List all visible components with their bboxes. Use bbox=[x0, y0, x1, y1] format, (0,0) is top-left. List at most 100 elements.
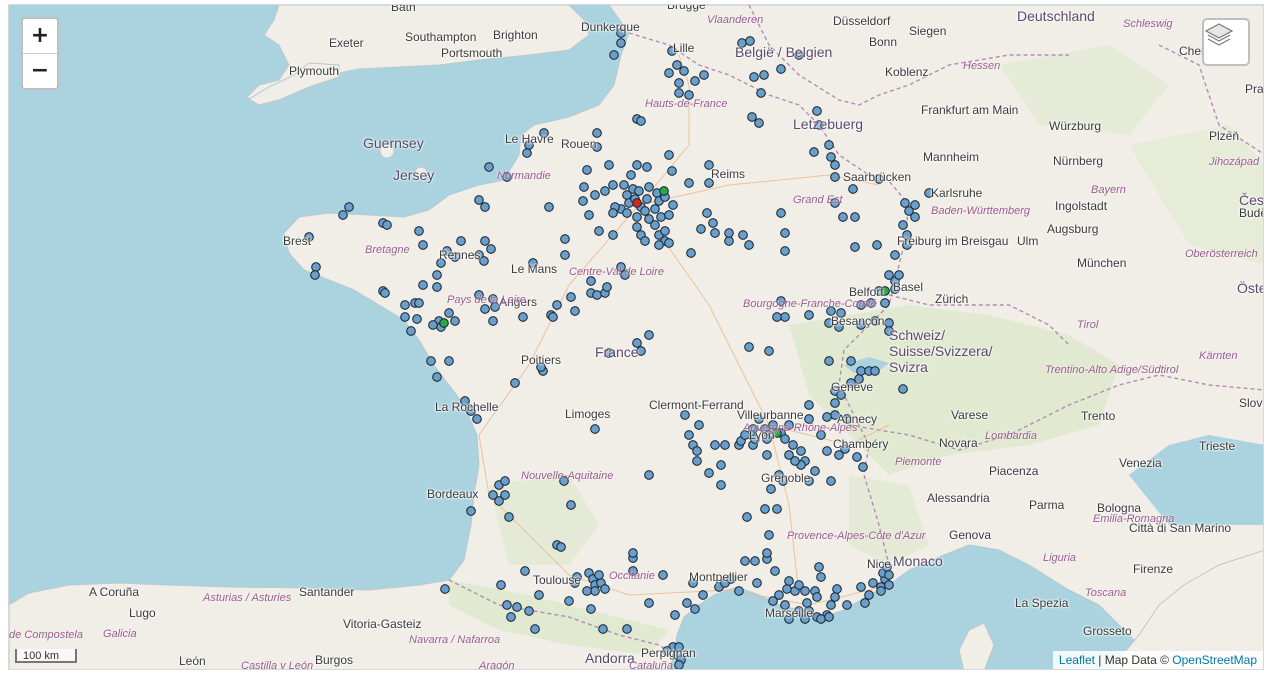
map-marker[interactable] bbox=[528, 258, 538, 268]
map-marker[interactable] bbox=[834, 450, 844, 460]
map-marker[interactable] bbox=[684, 178, 694, 188]
map-marker[interactable] bbox=[480, 202, 490, 212]
map-marker[interactable] bbox=[800, 614, 810, 624]
map-marker[interactable] bbox=[764, 346, 774, 356]
map-marker[interactable] bbox=[604, 160, 614, 170]
map-marker[interactable] bbox=[760, 504, 770, 514]
map-marker[interactable] bbox=[768, 596, 778, 606]
map-marker[interactable] bbox=[582, 586, 592, 596]
map-marker[interactable] bbox=[504, 512, 514, 522]
map-marker[interactable] bbox=[856, 366, 866, 376]
map-marker[interactable] bbox=[578, 196, 588, 206]
map-marker[interactable] bbox=[418, 280, 428, 290]
map-marker[interactable] bbox=[788, 440, 798, 450]
map-marker[interactable] bbox=[836, 390, 846, 400]
map-marker[interactable] bbox=[640, 236, 650, 246]
map-marker[interactable] bbox=[644, 470, 654, 480]
map-marker[interactable] bbox=[842, 600, 852, 610]
map-marker[interactable] bbox=[890, 250, 900, 260]
map-marker[interactable] bbox=[704, 178, 714, 188]
map-marker[interactable] bbox=[626, 170, 636, 180]
map-marker[interactable] bbox=[832, 584, 842, 594]
map-marker[interactable] bbox=[772, 312, 782, 322]
map-marker[interactable] bbox=[466, 406, 476, 416]
map-marker[interactable] bbox=[864, 590, 874, 600]
map-marker[interactable] bbox=[632, 212, 642, 222]
map-marker[interactable] bbox=[737, 38, 747, 48]
map-marker[interactable] bbox=[600, 584, 610, 594]
map-marker[interactable] bbox=[668, 200, 678, 210]
map-marker[interactable] bbox=[910, 212, 920, 222]
map-marker[interactable] bbox=[842, 414, 852, 424]
map-marker[interactable] bbox=[650, 204, 660, 214]
map-marker[interactable] bbox=[622, 208, 632, 218]
map-marker[interactable] bbox=[822, 412, 832, 422]
map-marker[interactable] bbox=[780, 600, 790, 610]
map-marker[interactable] bbox=[800, 586, 810, 596]
map-marker[interactable] bbox=[592, 290, 602, 300]
map-marker[interactable] bbox=[682, 598, 692, 608]
map-marker[interactable] bbox=[656, 212, 666, 222]
map-marker[interactable] bbox=[696, 224, 706, 234]
map-marker[interactable] bbox=[690, 76, 700, 86]
map-marker[interactable] bbox=[804, 606, 814, 616]
map-marker[interactable] bbox=[876, 586, 886, 596]
map-marker[interactable] bbox=[586, 604, 596, 614]
map-marker[interactable] bbox=[510, 378, 520, 388]
map-marker[interactable] bbox=[858, 462, 868, 472]
map-marker[interactable] bbox=[814, 120, 824, 130]
map-marker[interactable] bbox=[594, 226, 604, 236]
map-marker[interactable] bbox=[460, 396, 470, 406]
map-tiles[interactable] bbox=[9, 5, 1264, 670]
map-marker[interactable] bbox=[566, 500, 576, 510]
map-marker[interactable] bbox=[684, 90, 694, 100]
map-marker[interactable] bbox=[344, 202, 354, 212]
map-marker[interactable] bbox=[846, 356, 856, 366]
map-marker[interactable] bbox=[684, 430, 694, 440]
map-marker[interactable] bbox=[804, 476, 814, 486]
map-marker[interactable] bbox=[816, 614, 826, 624]
map-marker[interactable] bbox=[590, 190, 600, 200]
map-marker[interactable] bbox=[442, 246, 452, 256]
map-marker[interactable] bbox=[486, 244, 496, 254]
map-marker[interactable] bbox=[902, 240, 912, 250]
map-marker[interactable] bbox=[724, 228, 734, 238]
map-marker[interactable] bbox=[910, 200, 920, 210]
map-marker[interactable] bbox=[824, 356, 834, 366]
map-marker[interactable] bbox=[414, 226, 424, 236]
map-marker-green[interactable] bbox=[772, 428, 782, 438]
map-marker[interactable] bbox=[679, 66, 689, 76]
map-marker[interactable] bbox=[856, 582, 866, 592]
map-marker[interactable] bbox=[608, 230, 618, 240]
map-marker[interactable] bbox=[582, 165, 592, 175]
map-marker[interactable] bbox=[776, 296, 786, 306]
map-marker[interactable] bbox=[406, 326, 416, 336]
map-marker[interactable] bbox=[770, 566, 780, 576]
map-marker[interactable] bbox=[854, 374, 864, 384]
map-marker[interactable] bbox=[782, 584, 792, 594]
map-marker[interactable] bbox=[902, 230, 912, 240]
map-marker[interactable] bbox=[692, 456, 702, 466]
map-marker[interactable] bbox=[598, 624, 608, 634]
map-marker[interactable] bbox=[518, 312, 528, 322]
map-marker[interactable] bbox=[622, 624, 632, 634]
map-marker[interactable] bbox=[780, 228, 790, 238]
map-marker[interactable] bbox=[524, 606, 534, 616]
map-marker[interactable] bbox=[628, 566, 638, 576]
map-marker[interactable] bbox=[880, 298, 890, 308]
map-marker[interactable] bbox=[812, 592, 822, 602]
map-marker[interactable] bbox=[590, 586, 600, 596]
map-marker[interactable] bbox=[544, 202, 554, 212]
map-marker[interactable] bbox=[860, 598, 870, 608]
map-marker[interactable] bbox=[699, 70, 709, 80]
map-marker[interactable] bbox=[776, 208, 786, 218]
map-marker[interactable] bbox=[852, 452, 862, 462]
map-marker[interactable] bbox=[726, 574, 736, 584]
map-marker[interactable] bbox=[924, 188, 934, 198]
map-marker[interactable] bbox=[552, 300, 562, 310]
map-marker[interactable] bbox=[530, 624, 540, 634]
map-marker[interactable] bbox=[628, 548, 638, 558]
map-marker[interactable] bbox=[764, 530, 774, 540]
map-marker[interactable] bbox=[794, 50, 804, 60]
map-marker[interactable] bbox=[502, 172, 512, 182]
